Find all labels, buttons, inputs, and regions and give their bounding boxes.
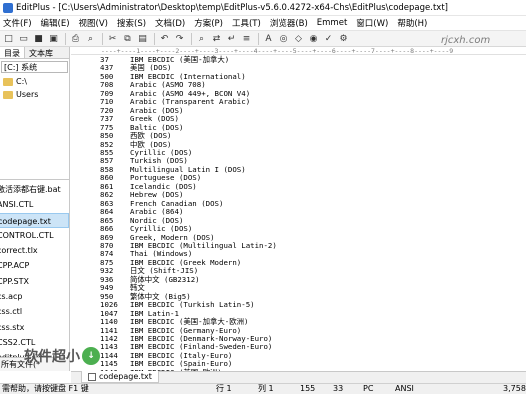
toolbar-separator [65, 32, 66, 45]
print-preview-icon[interactable]: ⌕ [84, 32, 97, 45]
save-all-icon[interactable]: ▣ [47, 32, 60, 45]
document-icon [88, 372, 96, 381]
text-editor[interactable]: ----+----1----+----2----+----3----+----4… [71, 47, 526, 371]
word-wrap-icon[interactable]: ↵ [225, 32, 238, 45]
file-list: 激活添都右键.bat ANSI.CTL codepage.txt CONTROL.CT… [0, 180, 69, 366]
copy-icon[interactable]: ⧉ [121, 32, 134, 45]
new-file-icon[interactable]: □ [2, 32, 15, 45]
menu-item[interactable]: 视图(V) [76, 17, 114, 29]
window-title: EditPlus - [C:\Users\Administrator\Deskt… [16, 2, 448, 13]
menu-item[interactable]: 方案(P) [191, 17, 229, 29]
menu-item[interactable]: 文档(D) [152, 17, 191, 29]
file-list-item[interactable]: CPP.ACP [0, 258, 69, 273]
file-list-item[interactable]: cs.acp [0, 289, 69, 304]
document-tab-label: codepage.txt [99, 372, 152, 381]
tree-item-users[interactable]: Users [0, 88, 69, 101]
open-folder-icon[interactable]: ▭ [17, 32, 30, 45]
font-icon[interactable]: A [262, 32, 275, 45]
toolbar-separator [191, 32, 192, 45]
cut-icon[interactable]: ✂ [106, 32, 119, 45]
toolbar-separator [258, 32, 259, 45]
status-count-2: 33 [333, 384, 344, 393]
tab-directory[interactable]: 目录 [0, 47, 25, 58]
sidebar-tabs: 目录 文本库 [0, 47, 69, 59]
menu-item[interactable]: 窗口(W) [353, 17, 394, 29]
file-list-item[interactable]: CPP.STX [0, 274, 69, 289]
toolbar-separator [102, 32, 103, 45]
title-bar: EditPlus - [C:\Users\Administrator\Deskt… [0, 0, 526, 16]
print-icon[interactable]: ⎙ [69, 32, 82, 45]
tab-cliptext[interactable]: 文本库 [25, 47, 57, 58]
file-list-item[interactable]: css.ctl [0, 304, 69, 319]
browser-icon[interactable]: ◎ [277, 32, 290, 45]
drive-select[interactable]: [C:] 系统 [1, 61, 68, 73]
watermark-url: rjcxh.com [441, 35, 491, 46]
status-column: 列 1 [258, 384, 274, 393]
file-list-item[interactable]: CONTROL.CTL [0, 228, 69, 243]
watermark-badge-icon: ↓ [82, 347, 100, 365]
file-list-item[interactable]: codepage.txt [0, 212, 69, 228]
undo-icon[interactable]: ↶ [158, 32, 171, 45]
tree-item-label: Users [16, 90, 39, 99]
redo-icon[interactable]: ↷ [173, 32, 186, 45]
status-file-size: 3,758 [503, 384, 526, 393]
toolbar-separator [154, 32, 155, 45]
document-tab[interactable]: codepage.txt [81, 371, 159, 383]
color-picker-icon[interactable]: ◉ [307, 32, 320, 45]
watermark-logo: 软件超小 ↓ [24, 346, 100, 366]
html-tools-icon[interactable]: ◇ [292, 32, 305, 45]
folder-icon [3, 77, 13, 86]
status-file-mode: PC [363, 384, 374, 393]
menu-bar: 文件(F) 编辑(E) 视图(V) 搜索(S) 文档(D) 方案(P) 工具(T) 浏览器(B… [0, 16, 526, 30]
file-list-item[interactable]: ANSI.CTL [0, 197, 69, 212]
status-encoding: ANSI [395, 384, 414, 393]
editor-content[interactable]: 37 IBM EBCDIC (美国-加拿大) 437 美国 (DOS) 500 IBM E… [71, 55, 526, 371]
status-line: 行 1 [216, 384, 232, 393]
menu-item[interactable]: 工具(T) [229, 17, 267, 29]
status-help: 需帮助，请按键盘 F1 键 [2, 384, 89, 393]
menu-item[interactable]: 帮助(H) [394, 17, 433, 29]
directory-sidebar: 目录 文本库 [C:] 系统 C:\ Users 激活添都右键.bat ANSI.… [0, 47, 70, 371]
settings-icon[interactable]: ⚙ [337, 32, 350, 45]
ruler-icon[interactable]: ≡ [240, 32, 253, 45]
menu-item[interactable]: Emmet [314, 18, 354, 28]
document-tab-bar: codepage.txt [71, 371, 526, 383]
menu-item[interactable]: 搜索(S) [114, 17, 152, 29]
folder-tree: C:\ Users [0, 75, 69, 180]
paste-icon[interactable]: ▤ [136, 32, 149, 45]
file-list-item[interactable]: correct.tlx [0, 243, 69, 258]
watermark-text: 软件超小 [24, 349, 80, 365]
column-ruler: ----+----1----+----2----+----3----+----4… [71, 47, 526, 55]
save-icon[interactable]: ■ [32, 32, 45, 45]
tree-item-label: C:\ [16, 77, 27, 86]
spell-check-icon[interactable]: ✓ [322, 32, 335, 45]
file-list-item[interactable]: css.stx [0, 320, 69, 335]
find-icon[interactable]: ⌕ [195, 32, 208, 45]
menu-item[interactable]: 浏览器(B) [267, 17, 314, 29]
menu-item[interactable]: 文件(F) [0, 17, 38, 29]
replace-icon[interactable]: ⇄ [210, 32, 223, 45]
editplus-app-icon [3, 2, 13, 13]
tree-item-c-drive[interactable]: C:\ [0, 75, 69, 88]
file-list-item[interactable]: 激活添都右键.bat [0, 182, 69, 197]
status-count-1: 155 [300, 384, 316, 393]
folder-icon [3, 90, 13, 99]
status-bar: 需帮助，请按键盘 F1 键 行 1 列 1 155 33 PC ANSI 3,7… [0, 383, 526, 394]
menu-item[interactable]: 编辑(E) [38, 17, 76, 29]
